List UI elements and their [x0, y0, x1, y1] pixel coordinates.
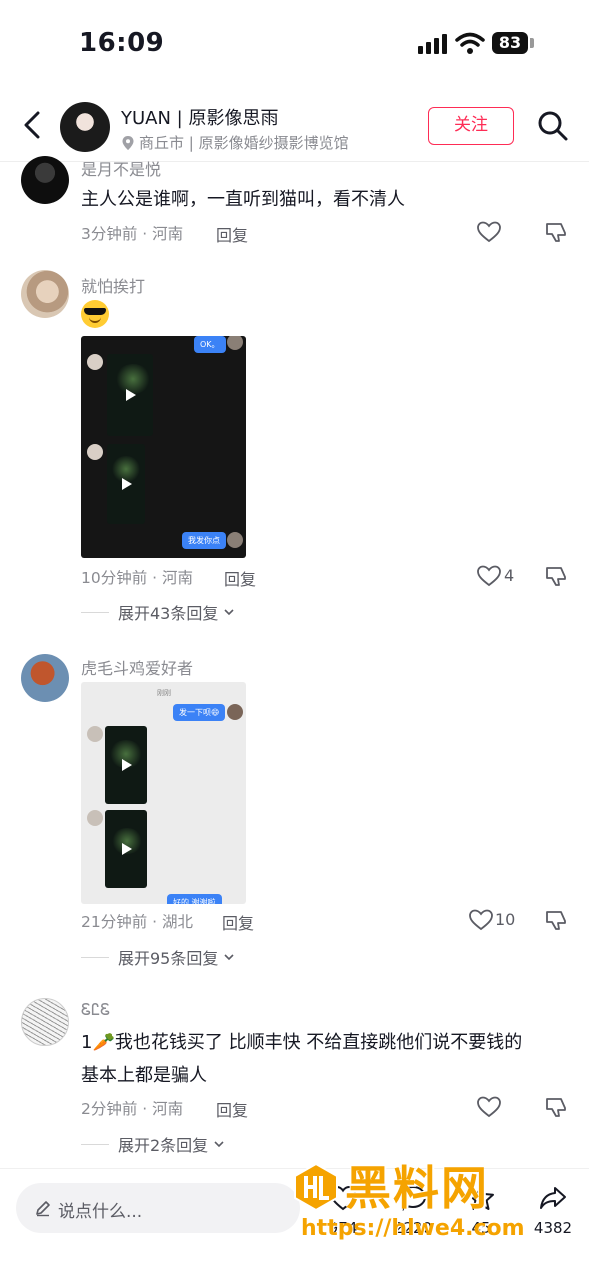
- chat-header-text: 刚刚: [157, 689, 171, 697]
- wifi-icon: [455, 32, 485, 54]
- divider-line: [81, 956, 109, 958]
- chevron-down-icon: [224, 609, 234, 616]
- share-button[interactable]: 4382: [528, 1183, 578, 1237]
- expand-replies-button[interactable]: 展开2条回复: [81, 1132, 225, 1156]
- commenter-name[interactable]: ᏋᏝᏋ: [81, 1000, 110, 1020]
- cool-face-emoji-icon: [81, 300, 109, 328]
- cellular-signal-icon: [418, 34, 448, 54]
- commenter-avatar[interactable]: [21, 156, 69, 204]
- like-count: 974: [328, 1219, 358, 1237]
- like-heart-icon[interactable]: [476, 564, 502, 588]
- dislike-icon[interactable]: [544, 908, 568, 932]
- author-avatar[interactable]: [60, 102, 110, 152]
- chat-video-thumbnail: [107, 354, 153, 436]
- star-icon: [468, 1185, 494, 1210]
- expand-replies-button[interactable]: 展开43条回复: [81, 600, 235, 624]
- chat-video-thumbnail: [105, 726, 147, 804]
- chat-bubble: 发一下呗😄: [173, 704, 226, 721]
- chat-bubble: OK。: [194, 336, 226, 353]
- divider-line: [81, 1143, 109, 1145]
- expand-replies-label: 展开43条回复: [118, 604, 219, 623]
- dislike-icon[interactable]: [544, 220, 568, 244]
- chat-bubble: 我发你点: [182, 532, 226, 549]
- divider-line: [81, 611, 109, 613]
- expand-replies-label: 展开95条回复: [118, 949, 219, 968]
- like-count: 4: [504, 566, 515, 585]
- status-bar: 16:09 83: [0, 0, 589, 86]
- chat-screenshot-image[interactable]: 刚刚 发一下呗😄 好的 谢谢啦: [81, 682, 246, 904]
- commenter-name[interactable]: 就怕挨打: [81, 273, 145, 297]
- comment-text-line: 基本上都是骗人: [81, 1065, 207, 1086]
- chevron-down-icon: [214, 1141, 224, 1148]
- bottom-action-bar: 说点什么... 974 2220 45 4382: [0, 1168, 589, 1280]
- commenter-avatar[interactable]: [21, 270, 69, 318]
- share-arrow-icon: [540, 1187, 566, 1209]
- chat-mini-avatar: [87, 810, 103, 826]
- chat-mini-avatar: [227, 336, 243, 350]
- reply-button[interactable]: 回复: [222, 910, 254, 934]
- chat-mini-avatar: [87, 726, 103, 742]
- location-pin-icon: [122, 135, 134, 150]
- share-count: 4382: [533, 1219, 573, 1237]
- comment-input-placeholder: 说点什么...: [58, 1202, 143, 1222]
- expand-replies-button[interactable]: 展开95条回复: [81, 945, 235, 969]
- chat-screenshot-image[interactable]: OK。 我发你点: [81, 336, 246, 558]
- pen-icon: [36, 1201, 50, 1217]
- status-time: 16:09: [79, 28, 165, 58]
- comment-text-line: 1🥕我也花钱买了 比顺丰快 不给直接跳他们说不要钱的: [81, 1032, 523, 1053]
- comment-text: 主人公是谁啊，一直听到猫叫，看不清人: [81, 189, 405, 210]
- comment-meta: 2分钟前 · 河南: [81, 1100, 184, 1118]
- dislike-icon[interactable]: [544, 1095, 568, 1119]
- chat-video-thumbnail: [107, 444, 145, 524]
- comment-item: 是月不是悦 主人公是谁啊，一直听到猫叫，看不清人 3分钟前 · 河南 回复: [0, 156, 589, 250]
- back-arrow-icon[interactable]: [16, 108, 50, 142]
- chat-mini-avatar: [87, 354, 103, 370]
- reply-button[interactable]: 回复: [216, 222, 248, 246]
- dislike-icon[interactable]: [544, 564, 568, 588]
- comment-button[interactable]: 2220: [388, 1183, 438, 1237]
- like-heart-icon[interactable]: [468, 908, 494, 932]
- battery-icon: 83: [492, 32, 528, 54]
- chat-video-thumbnail: [105, 810, 147, 888]
- comment-item: 就怕挨打 OK。 我发你点 10分钟前 · 河南 回复 4 展开43条回复: [0, 270, 589, 630]
- like-heart-icon[interactable]: [476, 1095, 502, 1119]
- chat-mini-avatar: [227, 704, 243, 720]
- commenter-name[interactable]: 是月不是悦: [81, 156, 161, 180]
- comment-count: 2220: [393, 1219, 433, 1237]
- search-icon[interactable]: [536, 109, 570, 143]
- profile-header: YUAN | 原影像思雨 商丘市 | 原影像婚纱摄影博览馆 关注: [0, 92, 589, 162]
- chat-bubble: 好的 谢谢啦: [167, 894, 222, 904]
- chevron-down-icon: [224, 954, 234, 961]
- like-button[interactable]: 974: [318, 1183, 368, 1237]
- author-location-text: 商丘市 | 原影像婚纱摄影博览馆: [139, 134, 349, 152]
- comment-meta: 10分钟前 · 河南: [81, 569, 194, 587]
- chat-mini-avatar: [87, 444, 103, 460]
- chat-mini-avatar: [227, 532, 243, 548]
- reply-button[interactable]: 回复: [224, 566, 256, 590]
- like-count: 10: [495, 910, 516, 929]
- comment-item: ᏋᏝᏋ 1🥕我也花钱买了 比顺丰快 不给直接跳他们说不要钱的 基本上都是骗人 2…: [0, 998, 589, 1164]
- expand-replies-label: 展开2条回复: [118, 1136, 209, 1155]
- commenter-avatar[interactable]: [21, 654, 69, 702]
- commenter-avatar[interactable]: [21, 998, 69, 1046]
- follow-button[interactable]: 关注: [428, 107, 514, 145]
- battery-tip: [530, 38, 534, 48]
- heart-icon: [329, 1185, 357, 1211]
- reply-button[interactable]: 回复: [216, 1097, 248, 1121]
- comment-bubble-icon: [399, 1185, 427, 1211]
- comment-meta: 21分钟前 · 湖北: [81, 913, 194, 931]
- author-name[interactable]: YUAN | 原影像思雨: [121, 104, 278, 130]
- like-heart-icon[interactable]: [476, 220, 502, 244]
- favorite-count: 45: [471, 1219, 491, 1237]
- comment-input[interactable]: 说点什么...: [16, 1183, 300, 1233]
- comment-item: 虎毛斗鸡爱好者 刚刚 发一下呗😄 好的 谢谢啦 21分钟前 · 湖北 回复 10…: [0, 654, 589, 974]
- commenter-name[interactable]: 虎毛斗鸡爱好者: [81, 655, 193, 679]
- favorite-button[interactable]: 45: [456, 1183, 506, 1237]
- comment-meta: 3分钟前 · 河南: [81, 225, 184, 243]
- author-location: 商丘市 | 原影像婚纱摄影博览馆: [121, 132, 349, 153]
